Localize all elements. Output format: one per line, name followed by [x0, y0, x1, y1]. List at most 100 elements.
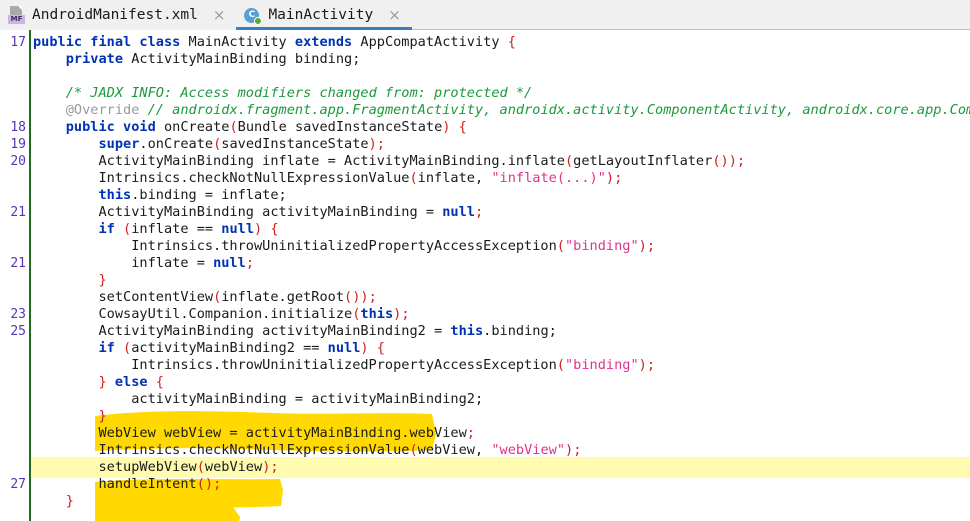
code-line[interactable]: public final class MainActivity extends …: [33, 34, 516, 51]
code-line[interactable]: ActivityMainBinding activityMainBinding2…: [33, 323, 556, 340]
code-token: }: [65, 493, 74, 509]
code-line[interactable]: public void onCreate(Bundle savedInstanc…: [33, 119, 467, 136]
code-line[interactable]: if (activityMainBinding2 == null) {: [33, 340, 384, 357]
code-token: }: [98, 272, 107, 288]
code-token: (: [409, 442, 418, 458]
code-line[interactable]: ActivityMainBinding inflate = ActivityMa…: [33, 153, 745, 170]
code-token: (): [196, 476, 214, 492]
code-token: "binding": [564, 357, 639, 373]
code-line[interactable]: } else {: [33, 374, 164, 391]
code-token: ): [605, 170, 615, 186]
code-token: CowsayUtil.Companion.initialize: [98, 306, 353, 322]
code-line[interactable]: Intrinsics.throwUninitializedPropertyAcc…: [33, 357, 655, 374]
code-token: {: [458, 119, 467, 135]
code-token: (: [196, 459, 205, 475]
code-token: onCreate: [155, 119, 230, 135]
code-token: AppCompatActivity: [352, 34, 508, 50]
code-token: Intrinsics.checkNotNullExpressionValue: [98, 442, 410, 458]
code-token: this: [360, 306, 394, 322]
tab-main-activity-close-icon[interactable]: ×: [386, 7, 403, 23]
code-token: if: [98, 340, 115, 356]
code-line[interactable]: Intrinsics.checkNotNullExpressionValue(i…: [33, 170, 622, 187]
code-line[interactable]: }: [33, 408, 107, 425]
code-content[interactable]: public final class MainActivity extends …: [0, 30, 970, 521]
code-token: }: [98, 374, 107, 390]
code-token: (: [123, 340, 132, 356]
code-token: {: [507, 34, 516, 50]
code-token: inflate =: [131, 255, 214, 271]
code-token: public: [33, 34, 83, 50]
code-token: {: [270, 221, 279, 237]
code-token: ): [638, 357, 647, 373]
code-line[interactable]: }: [33, 493, 74, 510]
code-token: inflate ==: [131, 221, 222, 237]
code-line[interactable]: activityMainBinding = activityMainBindin…: [33, 391, 483, 408]
code-line[interactable]: ActivityMainBinding activityMainBinding …: [33, 204, 483, 221]
code-line[interactable]: CowsayUtil.Companion.initialize(this);: [33, 306, 410, 323]
code-token: ;: [401, 306, 410, 322]
tab-main-activity[interactable]: C MainActivity ×: [236, 0, 412, 30]
code-token: public: [65, 119, 115, 135]
code-token: ): [565, 442, 574, 458]
code-token: ActivityMainBinding binding;: [123, 51, 361, 67]
code-line[interactable]: this.binding = inflate;: [33, 187, 287, 204]
tab-android-manifest-label: AndroidManifest.xml: [32, 7, 198, 23]
code-token: ;: [474, 204, 484, 220]
code-line[interactable]: /* JADX INFO: Access modifiers changed f…: [33, 85, 533, 102]
code-token: null: [221, 221, 255, 237]
code-token: getLayoutInflater: [573, 153, 713, 169]
code-line[interactable]: if (inflate == null) {: [33, 221, 279, 238]
tab-android-manifest[interactable]: MF AndroidManifest.xml ×: [0, 0, 237, 30]
code-line[interactable]: private ActivityMainBinding binding;: [33, 51, 361, 68]
code-line[interactable]: setContentView(inflate.getRoot());: [33, 289, 377, 306]
code-line[interactable]: inflate = null;: [33, 255, 254, 272]
code-token: ;: [466, 425, 475, 441]
code-token: ): [254, 221, 263, 237]
code-token: WebView webView = activityMainBinding.we…: [98, 425, 467, 441]
manifest-file-icon: MF: [8, 6, 25, 24]
code-line[interactable]: Intrinsics.throwUninitializedPropertyAcc…: [33, 238, 655, 255]
code-line[interactable]: Intrinsics.checkNotNullExpressionValue(w…: [33, 442, 581, 459]
code-line[interactable]: handleIntent();: [33, 476, 221, 493]
code-token: Intrinsics.throwUninitializedPropertyAcc…: [131, 357, 557, 373]
code-token: "inflate(...)": [491, 170, 606, 186]
code-line[interactable]: @Override // androidx.fragment.app.Fragm…: [33, 102, 970, 119]
code-token: ): [638, 238, 647, 254]
tab-android-manifest-close-icon[interactable]: ×: [211, 7, 228, 23]
code-line[interactable]: }: [33, 272, 107, 289]
code-token: ): [368, 136, 377, 152]
code-token: ;: [368, 289, 377, 305]
code-token: .binding = inflate;: [131, 187, 287, 203]
code-token: }: [98, 408, 107, 424]
code-line[interactable]: super.onCreate(savedInstanceState);: [33, 136, 384, 153]
code-token: void: [123, 119, 156, 135]
code-editor[interactable]: 17 18 19 20 21 21 23 25 27 public final class Ma…: [0, 30, 970, 521]
code-token: activityMainBinding = activityMainBindin…: [131, 391, 484, 407]
code-token: private: [65, 51, 124, 67]
code-token: (: [556, 357, 565, 373]
code-token: .onCreate: [139, 136, 214, 152]
code-token: this: [98, 187, 132, 203]
code-token: {: [155, 374, 164, 390]
code-line[interactable]: WebView webView = activityMainBinding.we…: [33, 425, 475, 442]
code-token: (: [564, 153, 574, 169]
code-line[interactable]: setupWebView(webView);: [33, 459, 278, 476]
